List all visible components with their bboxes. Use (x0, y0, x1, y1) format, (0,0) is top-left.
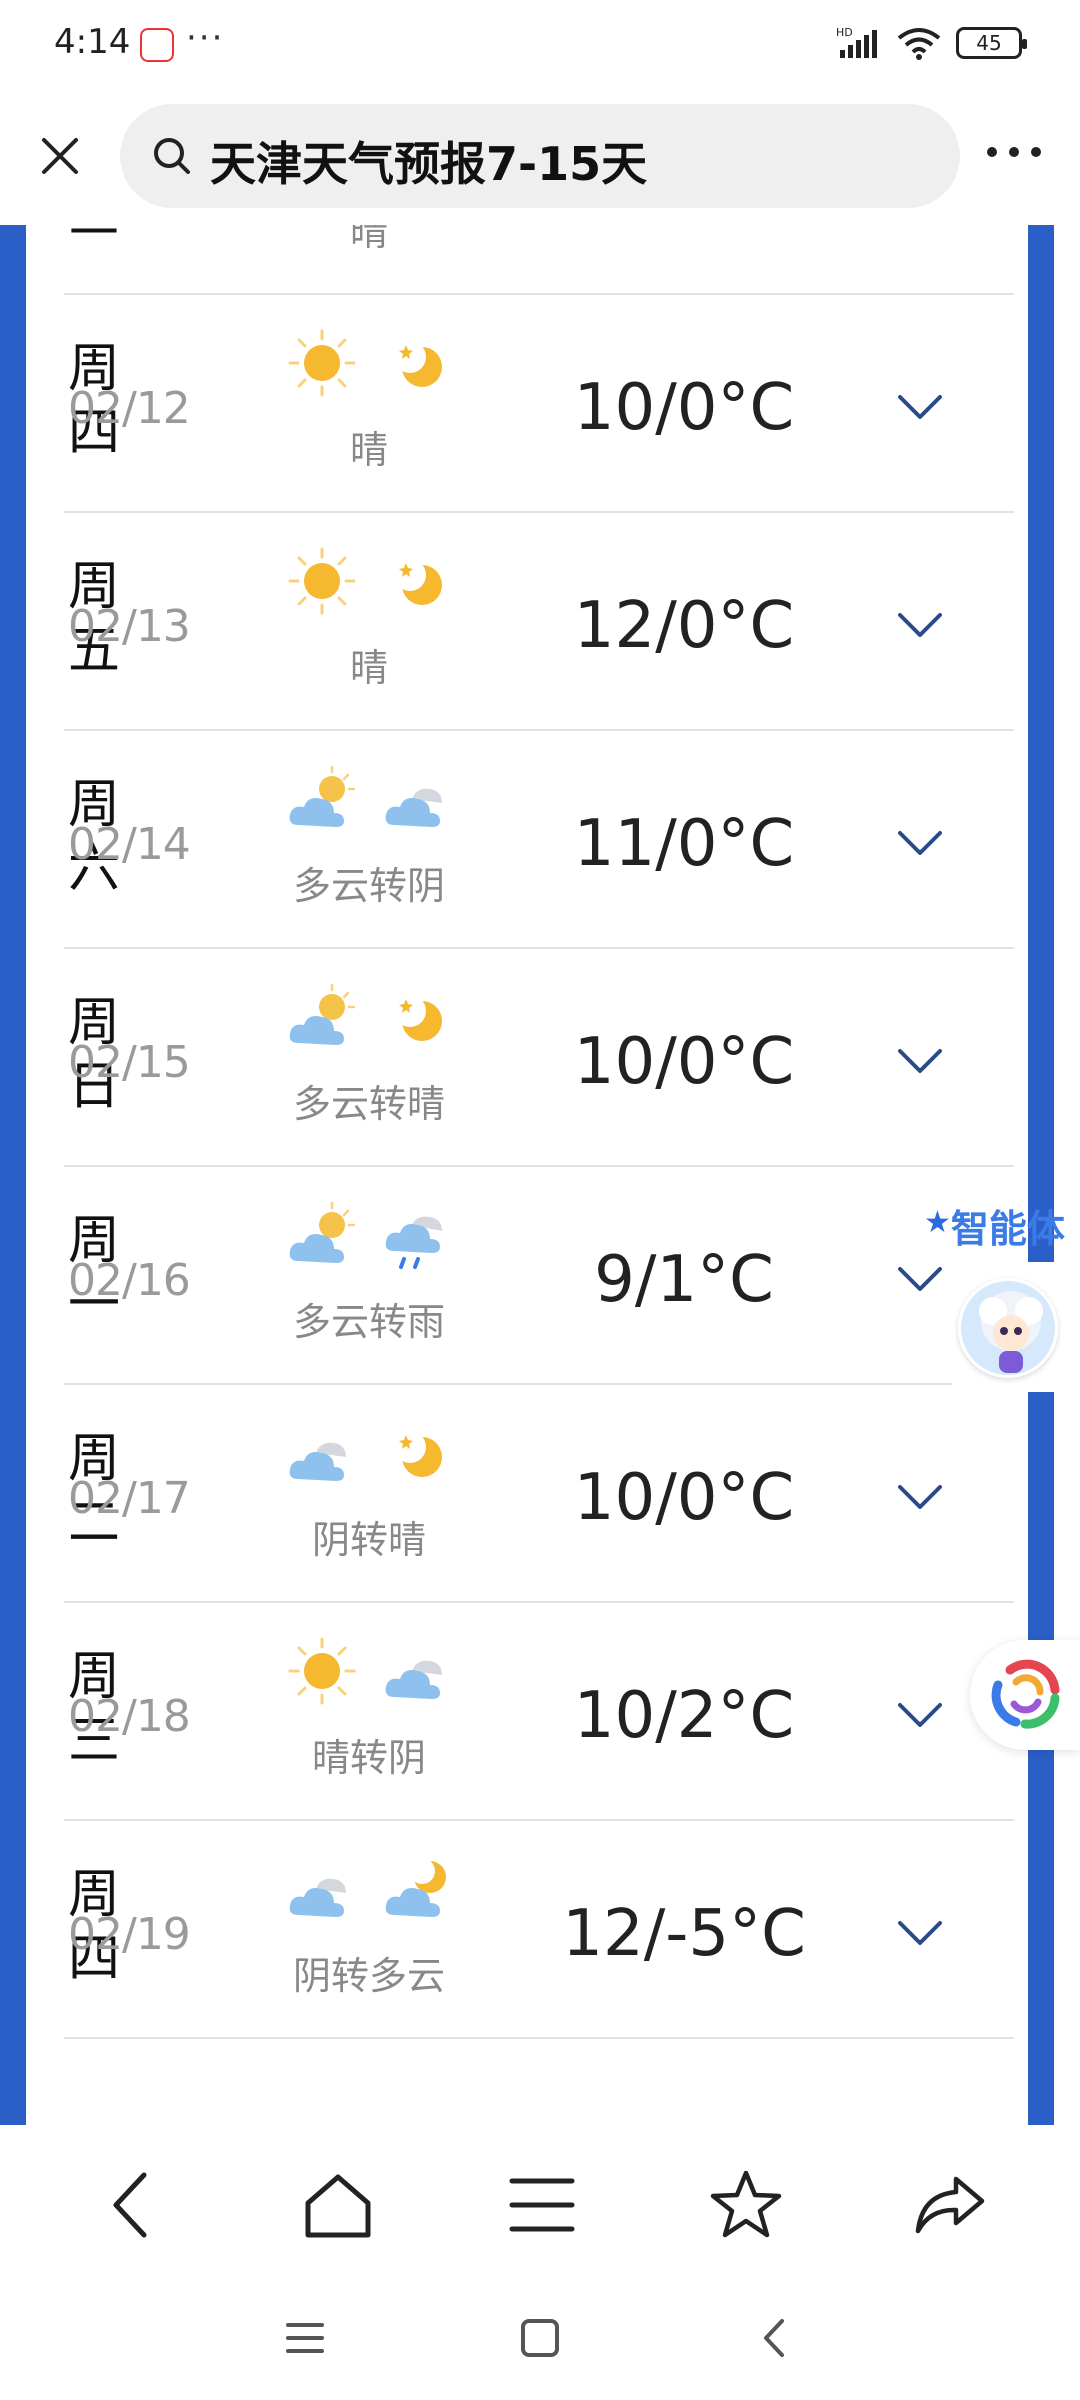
star-icon: ★ (924, 1205, 951, 1240)
date-label: 02/17 (68, 1473, 191, 1524)
status-bar: 4:14 ··· HD 45 (0, 0, 1080, 90)
date-label: 02/14 (68, 819, 191, 870)
forecast-row[interactable]: 周四 02/19 阴转多云 12/-5°C (64, 1821, 1014, 2039)
condition-label: 多云转阴 (292, 864, 445, 908)
chevron-down-icon[interactable] (892, 1695, 948, 1735)
forecast-row[interactable]: 周二 02/17 阴转晴 10/0°C (64, 1385, 1014, 1603)
condition-label: 阴转多云 (292, 1954, 445, 1998)
forecast-row[interactable]: 周日 02/15 多云转晴 10/0°C (64, 949, 1014, 1167)
search-icon (154, 138, 190, 174)
date-label: 02/16 (68, 1255, 191, 1306)
status-more-dots: ··· (186, 18, 225, 58)
condition-label: 晴 (349, 646, 388, 690)
chevron-down-icon[interactable] (892, 823, 948, 863)
weather-icons (282, 541, 472, 621)
assistant-swirl-button[interactable] (970, 1640, 1080, 1750)
condition-label: 多云转雨 (292, 1300, 445, 1344)
temperature-range: 9/0°C (504, 225, 864, 227)
condition-label: 阴转晴 (311, 1518, 426, 1562)
page-border-right (1028, 225, 1054, 2125)
weather-icons (282, 1195, 472, 1275)
browser-toolbar (0, 2125, 1080, 2275)
system-home-icon[interactable] (515, 2313, 565, 2363)
system-back-icon[interactable] (750, 2313, 800, 2363)
search-query: 天津天气预报7-15天 (210, 137, 648, 191)
weekday-label: 周三 (68, 225, 138, 247)
forecast-row[interactable]: 周四 02/12 晴 10/0°C (64, 295, 1014, 513)
cellular-signal-icon: HD (836, 26, 877, 58)
weather-icons (282, 1631, 472, 1711)
date-label: 02/15 (68, 1037, 191, 1088)
agent-label-text: 智能体 (950, 1207, 1065, 1251)
home-icon[interactable] (298, 2165, 378, 2245)
chevron-down-icon[interactable] (892, 1913, 948, 1953)
temperature-range: 11/0°C (573, 807, 795, 881)
swirl-logo-icon (991, 1659, 1060, 1729)
chevron-down-icon[interactable] (892, 1477, 948, 1517)
weather-icons (282, 759, 472, 839)
date-label: 02/12 (68, 383, 191, 434)
weather-icons (282, 977, 472, 1057)
date-label: 02/18 (68, 1691, 191, 1742)
svg-text:HD: HD (836, 26, 853, 39)
page-right-margin (1054, 225, 1080, 2125)
system-navigation-bar (0, 2275, 1080, 2400)
weather-icons (282, 1413, 472, 1493)
app-notification-icon (140, 28, 174, 62)
status-time: 4:14 (54, 22, 131, 62)
condition-label: 晴转阴 (311, 1736, 426, 1780)
share-icon[interactable] (910, 2165, 990, 2245)
chevron-down-icon[interactable] (892, 605, 948, 645)
menu-icon[interactable] (502, 2165, 582, 2245)
forecast-content: 周三02/11晴9/0°C周四02/12晴10/0°C周五02/13晴12/0°… (0, 225, 1080, 2125)
search-input[interactable]: 天津天气预报7-15天 (120, 104, 960, 208)
condition-label: 晴 (349, 428, 388, 472)
weather-icons (282, 1849, 472, 1929)
chevron-down-icon[interactable] (892, 1259, 948, 1299)
temperature-range: 9/1°C (594, 1243, 774, 1317)
temperature-range: 12/0°C (573, 589, 795, 663)
forecast-row[interactable]: 周六 02/14 多云转阴 11/0°C (64, 731, 1014, 949)
temperature-range: 10/0°C (573, 371, 795, 445)
weather-icons (282, 323, 472, 403)
temperature-range: 12/-5°C (562, 1897, 806, 1971)
forecast-row[interactable]: 周一 02/16 多云转雨 9/1°C (64, 1167, 1014, 1385)
forecast-row[interactable]: 周三 02/18 晴转阴 10/2°C (64, 1603, 1014, 1821)
close-icon[interactable] (30, 126, 90, 186)
chevron-down-icon[interactable] (892, 387, 948, 427)
chevron-down-icon[interactable] (892, 1041, 948, 1081)
temperature-range: 10/0°C (573, 1025, 795, 1099)
temperature-range: 10/2°C (573, 1679, 795, 1753)
condition-label: 晴 (349, 225, 388, 254)
date-label: 02/19 (68, 1909, 191, 1960)
wifi-icon (897, 28, 941, 60)
forecast-row[interactable]: 周五 02/13 晴 12/0°C (64, 513, 1014, 731)
more-options-icon[interactable] (982, 132, 1046, 172)
condition-label: 多云转晴 (292, 1082, 445, 1126)
agent-label[interactable]: ★智能体 (924, 1198, 1065, 1253)
recent-apps-icon[interactable] (280, 2313, 330, 2363)
battery-indicator: 45 (956, 27, 1027, 59)
search-header: 天津天气预报7-15天 (0, 90, 1080, 225)
status-right-group: HD 45 (836, 26, 1027, 60)
agent-avatar[interactable] (958, 1278, 1058, 1378)
favorite-star-icon[interactable] (706, 2165, 786, 2245)
forecast-row[interactable]: 周三02/11晴9/0°C (64, 225, 1014, 295)
date-label: 02/13 (68, 601, 191, 652)
back-icon[interactable] (94, 2165, 174, 2245)
page-border-left (0, 225, 26, 2125)
temperature-range: 10/0°C (573, 1461, 795, 1535)
